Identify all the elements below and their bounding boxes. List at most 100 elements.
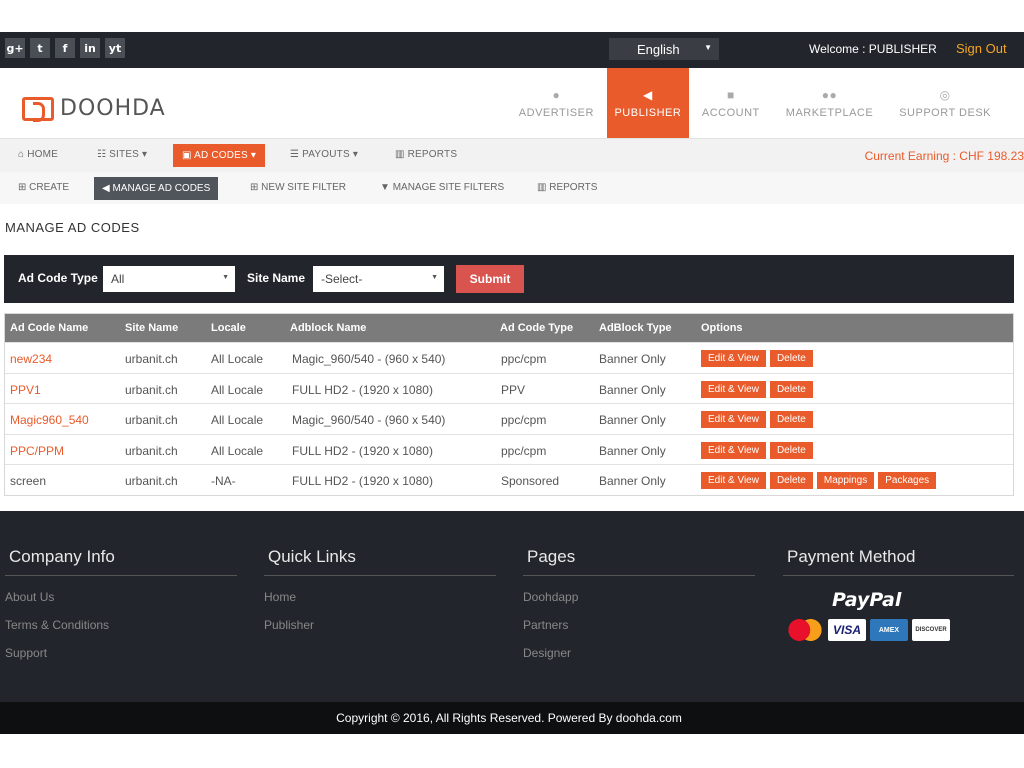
column-header: Site Name xyxy=(125,322,179,334)
footer-company-info: Company Info About Us Terms & Conditions… xyxy=(5,547,237,660)
copyright-bar: Copyright © 2016, All Rights Reserved. P… xyxy=(0,702,1024,734)
subnav2-new-site-filter[interactable]: ⊞ NEW SITE FILTER xyxy=(250,182,346,193)
google-plus-icon[interactable]: g+ xyxy=(5,38,25,58)
subnav-label: NEW SITE FILTER xyxy=(261,182,346,193)
page: g+ t f in yt English ▼ Welcome : PUBLISH… xyxy=(0,32,1024,734)
mastercard-logo xyxy=(786,619,824,641)
ad-code-type-cell: ppc/cpm xyxy=(501,352,547,366)
edit-view-button[interactable]: Edit & View xyxy=(701,350,766,367)
ad-code-type-cell: ppc/cpm xyxy=(501,413,547,427)
bar-chart-icon: ▥ xyxy=(395,149,408,160)
subnav-label: AD CODES xyxy=(194,150,248,161)
discover-logo: DISCOVER xyxy=(912,619,950,641)
edit-view-button[interactable]: Edit & View xyxy=(701,441,766,459)
adblock-type-cell: Banner Only xyxy=(599,413,666,427)
packages-button[interactable]: Packages xyxy=(878,472,937,489)
edit-view-button[interactable]: Edit & View xyxy=(701,411,766,428)
adblock-type-cell: Banner Only xyxy=(599,443,666,458)
ad-code-name-link[interactable]: Magic960_540 xyxy=(10,413,89,427)
nav-publisher[interactable]: ◀ PUBLISHER xyxy=(606,68,689,138)
footer-link-publisher[interactable]: Publisher xyxy=(264,618,496,632)
user-icon: ● xyxy=(552,87,561,102)
footer-heading: Quick Links xyxy=(264,547,496,576)
nav-marketplace[interactable]: ●● MARKETPLACE xyxy=(773,68,886,138)
nav-advertiser[interactable]: ● ADVERTISER xyxy=(506,68,607,138)
footer-heading: Company Info xyxy=(5,547,237,576)
adblock-name-cell: FULL HD2 - (1920 x 1080) xyxy=(292,474,433,488)
header: DOOHDA ● ADVERTISER ◀ PUBLISHER ■ ACCOUN… xyxy=(0,68,1024,138)
caret-down-icon: ▾ xyxy=(349,149,359,160)
site-name-cell: urbanit.ch xyxy=(125,474,178,488)
site-name-select[interactable]: -Select- ▼ xyxy=(313,266,444,292)
delete-button[interactable]: Delete xyxy=(769,472,813,489)
site-name-label: Site Name xyxy=(247,271,306,285)
subnav-payouts[interactable]: ☰ PAYOUTS ▾ xyxy=(290,149,358,160)
subnav2-reports[interactable]: ▥ REPORTS xyxy=(537,182,597,193)
subnav-sites[interactable]: ☷ SITES ▾ xyxy=(97,149,147,160)
nav-label: ACCOUNT xyxy=(701,106,760,119)
paypal-logo: PayPal xyxy=(832,589,902,611)
subnav2-create[interactable]: ⊞ CREATE xyxy=(18,182,69,193)
subnav-ad-codes[interactable]: ▣ AD CODES ▾ xyxy=(173,144,266,167)
section-nav: ⌂ HOME ☷ SITES ▾ ▣ AD CODES ▾ ☰ PAYOUTS … xyxy=(0,138,1024,172)
facebook-icon[interactable]: f xyxy=(55,38,75,58)
adblock-name-cell: FULL HD2 - (1920 x 1080) xyxy=(292,443,433,458)
nav-label: ADVERTISER xyxy=(518,106,594,119)
caret-down-icon: ▾ xyxy=(139,149,148,160)
ad-code-name-link[interactable]: screen xyxy=(10,474,46,488)
nav-label: PUBLISHER xyxy=(614,106,682,119)
caret-down-icon: ▾ xyxy=(247,150,257,161)
footer-link-about[interactable]: About Us xyxy=(5,590,237,604)
subnav-home[interactable]: ⌂ HOME xyxy=(18,149,58,160)
adblock-type-cell: Banner Only xyxy=(599,474,666,488)
caret-down-icon: ▼ xyxy=(431,274,438,281)
locale-cell: All Locale xyxy=(211,352,264,366)
sign-out-link[interactable]: Sign Out xyxy=(956,41,1007,56)
site-name-cell: urbanit.ch xyxy=(125,413,178,427)
column-header: Locale xyxy=(211,322,246,334)
ad-code-name-link[interactable]: PPC/PPM xyxy=(10,444,64,458)
subnav2-manage-site-filters[interactable]: ▼ MANAGE SITE FILTERS xyxy=(380,182,504,193)
doohda-logo-icon xyxy=(22,96,54,122)
select-value: All xyxy=(111,272,125,286)
locale-cell: All Locale xyxy=(211,413,264,427)
ad-code-name-link[interactable]: PPV1 xyxy=(10,383,41,397)
subnav-label: REPORTS xyxy=(407,149,458,160)
column-header: Options xyxy=(701,322,743,334)
footer-link-doohdapp[interactable]: Doohdapp xyxy=(523,590,755,604)
edit-view-button[interactable]: Edit & View xyxy=(701,472,766,489)
column-header: Ad Code Name xyxy=(10,322,89,334)
logo-text: DOOHDA xyxy=(60,96,166,121)
delete-button[interactable]: Delete xyxy=(769,441,813,459)
footer-link-terms[interactable]: Terms & Conditions xyxy=(5,618,237,632)
youtube-icon[interactable]: yt xyxy=(105,38,125,58)
mappings-button[interactable]: Mappings xyxy=(816,472,875,489)
linkedin-icon[interactable]: in xyxy=(80,38,100,58)
ad-code-type-select[interactable]: All ▼ xyxy=(103,266,235,292)
nav-support-desk[interactable]: ◎ SUPPORT DESK xyxy=(886,68,1004,138)
table-row: Magic960_540 urbanit.ch All Locale Magic… xyxy=(5,403,1013,434)
ad-code-name-link[interactable]: new234 xyxy=(10,352,52,366)
nav-account[interactable]: ■ ACCOUNT xyxy=(689,68,773,138)
edit-view-button[interactable]: Edit & View xyxy=(701,380,766,398)
language-value: English xyxy=(637,41,680,57)
adblock-type-cell: Banner Only xyxy=(599,382,666,397)
footer-payment-method: Payment Method xyxy=(783,547,1014,576)
footer-link-designer[interactable]: Designer xyxy=(523,646,755,660)
welcome-text: Welcome : PUBLISHER xyxy=(809,42,937,56)
subnav-reports[interactable]: ▥ REPORTS xyxy=(395,149,457,160)
footer-link-home[interactable]: Home xyxy=(264,590,496,604)
footer-link-partners[interactable]: Partners xyxy=(523,618,755,632)
logo[interactable]: DOOHDA xyxy=(22,96,166,122)
twitter-icon[interactable]: t xyxy=(30,38,50,58)
select-value: -Select- xyxy=(321,272,363,286)
delete-button[interactable]: Delete xyxy=(769,411,813,428)
delete-button[interactable]: Delete xyxy=(769,380,813,398)
footer-link-support[interactable]: Support xyxy=(5,646,237,660)
language-select[interactable]: English ▼ xyxy=(609,38,719,60)
locale-cell: All Locale xyxy=(211,382,264,397)
delete-button[interactable]: Delete xyxy=(769,350,813,367)
megaphone-icon: ◀ xyxy=(102,183,113,194)
submit-button[interactable]: Submit xyxy=(456,265,524,293)
subnav2-manage-ad-codes[interactable]: ◀ MANAGE AD CODES xyxy=(94,177,219,200)
